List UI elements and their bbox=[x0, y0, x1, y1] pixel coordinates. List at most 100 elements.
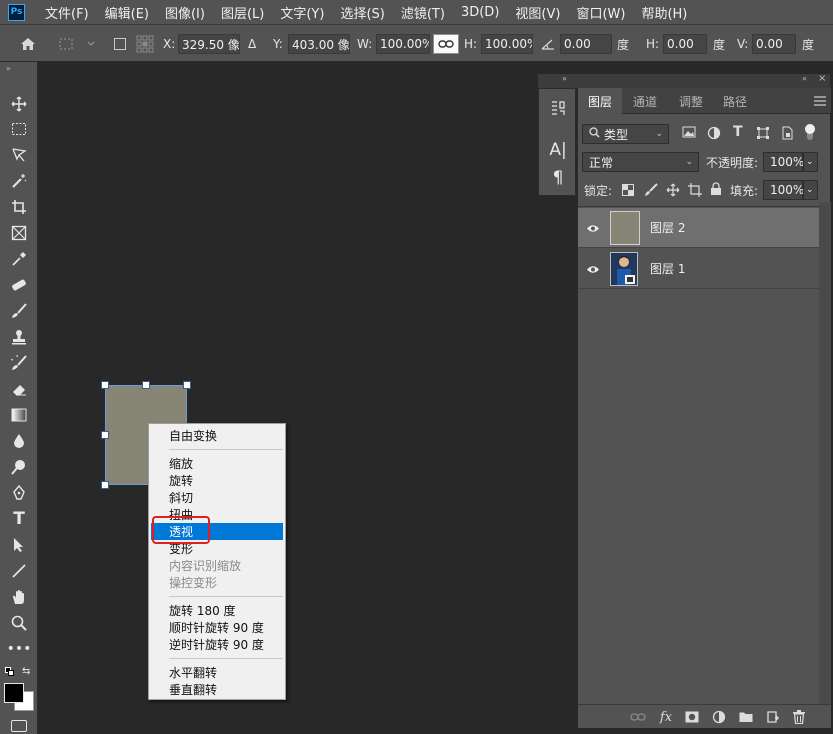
gradient-tool-icon[interactable] bbox=[9, 405, 29, 425]
relative-position-icon[interactable]: Δ bbox=[248, 34, 256, 54]
adjustment-filter-icon[interactable] bbox=[707, 126, 723, 142]
opacity-dropdown-icon[interactable]: ⌄ bbox=[803, 152, 818, 172]
menu-3d[interactable]: 3D(D) bbox=[453, 5, 507, 20]
marquee-tool-icon[interactable] bbox=[9, 119, 29, 139]
pixel-layer-filter-icon[interactable] bbox=[682, 126, 698, 142]
new-adjustment-layer-icon[interactable] bbox=[711, 709, 727, 725]
tab-layers[interactable]: 图层 bbox=[578, 88, 622, 114]
lock-all-icon[interactable] bbox=[710, 182, 722, 196]
quick-mask-icon[interactable] bbox=[11, 720, 27, 732]
foreground-color-swatch[interactable] bbox=[4, 683, 24, 703]
visibility-eye-icon[interactable] bbox=[585, 220, 601, 236]
paragraph-style-icon[interactable]: A| bbox=[547, 139, 569, 161]
layer-style-fx-icon[interactable]: fx bbox=[658, 709, 674, 725]
expand-panels-icon[interactable]: « bbox=[802, 74, 807, 83]
v-skew-field[interactable]: 0.00 bbox=[752, 34, 796, 54]
move-tool-icon[interactable] bbox=[9, 94, 29, 114]
filter-toggle-switch[interactable] bbox=[804, 124, 816, 142]
menu-help[interactable]: 帮助(H) bbox=[633, 3, 695, 22]
filter-kind-select[interactable]: 类型 ⌄ bbox=[582, 124, 669, 144]
link-icon[interactable] bbox=[433, 34, 459, 54]
menu-item-flip-vertical[interactable]: 垂直翻转 bbox=[151, 681, 283, 698]
default-colors-icon[interactable] bbox=[5, 667, 15, 677]
menu-item-rotate-90-ccw[interactable]: 逆时针旋转 90 度 bbox=[151, 636, 283, 653]
clone-stamp-tool-icon[interactable] bbox=[9, 327, 29, 347]
new-group-folder-icon[interactable] bbox=[738, 709, 754, 725]
smart-object-filter-icon[interactable] bbox=[780, 126, 796, 142]
magic-wand-tool-icon[interactable] bbox=[9, 171, 29, 191]
pen-tool-icon[interactable] bbox=[9, 483, 29, 503]
menu-item-skew[interactable]: 斜切 bbox=[151, 489, 283, 506]
menu-type[interactable]: 文字(Y) bbox=[272, 3, 332, 22]
blur-tool-icon[interactable] bbox=[9, 431, 29, 451]
layer-row[interactable]: 图层 2 bbox=[578, 208, 819, 248]
menu-item-free-transform[interactable]: 自由变换 bbox=[151, 427, 283, 444]
lock-image-pixels-icon[interactable] bbox=[644, 183, 658, 197]
link-layers-icon[interactable] bbox=[630, 709, 646, 725]
rotate-angle-field[interactable]: 0.00 bbox=[560, 34, 612, 54]
history-brush-tool-icon[interactable] bbox=[9, 353, 29, 373]
zoom-tool-icon[interactable] bbox=[9, 613, 29, 633]
reference-point-grid-icon[interactable] bbox=[136, 34, 156, 54]
toolbox-collapse-icon[interactable]: » bbox=[6, 64, 11, 73]
transform-handle-top-left[interactable] bbox=[101, 381, 109, 389]
crop-tool-icon[interactable] bbox=[9, 197, 29, 217]
menu-item-scale[interactable]: 缩放 bbox=[151, 455, 283, 472]
type-tool-icon[interactable]: T bbox=[9, 509, 29, 529]
transform-handle-bottom-left[interactable] bbox=[101, 481, 109, 489]
menu-item-rotate-90-cw[interactable]: 顺时针旋转 90 度 bbox=[151, 619, 283, 636]
eyedropper-tool-icon[interactable] bbox=[9, 249, 29, 269]
home-icon[interactable] bbox=[18, 34, 38, 54]
tab-channels[interactable]: 通道 bbox=[622, 88, 668, 114]
healing-brush-tool-icon[interactable] bbox=[9, 275, 29, 295]
y-position-field[interactable]: 403.00 像素 bbox=[288, 34, 350, 54]
line-tool-icon[interactable] bbox=[9, 561, 29, 581]
menu-item-flip-horizontal[interactable]: 水平翻转 bbox=[151, 664, 283, 681]
lock-position-icon[interactable] bbox=[666, 183, 680, 197]
lasso-tool-icon[interactable] bbox=[9, 145, 29, 165]
visibility-eye-icon[interactable] bbox=[585, 261, 601, 277]
menu-layer[interactable]: 图层(L) bbox=[213, 3, 272, 22]
height-field[interactable]: 100.00% bbox=[481, 34, 533, 54]
fill-field[interactable]: 100% bbox=[763, 180, 804, 200]
opacity-field[interactable]: 100% bbox=[763, 152, 804, 172]
h-skew-field[interactable]: 0.00 bbox=[663, 34, 707, 54]
layer-name[interactable]: 图层 1 bbox=[650, 260, 685, 277]
delete-layer-trash-icon[interactable] bbox=[791, 709, 807, 725]
layer-name[interactable]: 图层 2 bbox=[650, 219, 685, 236]
x-position-field[interactable]: 329.50 像素 bbox=[178, 34, 240, 54]
menu-image[interactable]: 图像(I) bbox=[157, 3, 213, 22]
menu-file[interactable]: 文件(F) bbox=[37, 3, 97, 22]
menu-item-rotate[interactable]: 旋转 bbox=[151, 472, 283, 489]
transform-handle-left[interactable] bbox=[101, 431, 109, 439]
reference-point-checkbox[interactable] bbox=[114, 34, 128, 54]
blend-mode-select[interactable]: 正常 ⌄ bbox=[582, 152, 699, 172]
tab-paths[interactable]: 路径 bbox=[714, 88, 756, 114]
more-tools-icon[interactable]: ••• bbox=[7, 639, 32, 659]
width-field[interactable]: 100.00% bbox=[376, 34, 430, 54]
paragraph-icon[interactable]: ¶ bbox=[547, 167, 569, 189]
menu-item-rotate-180[interactable]: 旋转 180 度 bbox=[151, 602, 283, 619]
new-layer-icon[interactable] bbox=[765, 709, 781, 725]
swap-colors-icon[interactable]: ⇆ bbox=[22, 666, 30, 677]
lock-artboard-icon[interactable] bbox=[688, 183, 702, 197]
brush-tool-icon[interactable] bbox=[9, 301, 29, 321]
transform-handle-top-right[interactable] bbox=[183, 381, 191, 389]
type-filter-icon[interactable]: T bbox=[733, 124, 743, 140]
dodge-tool-icon[interactable] bbox=[9, 457, 29, 477]
add-mask-icon[interactable] bbox=[684, 709, 700, 725]
character-panel-icon[interactable] bbox=[547, 97, 569, 119]
menu-window[interactable]: 窗口(W) bbox=[568, 3, 633, 22]
layers-scrollbar[interactable] bbox=[819, 202, 831, 704]
transform-handle-top[interactable] bbox=[142, 381, 150, 389]
menu-filter[interactable]: 滤镜(T) bbox=[393, 3, 453, 22]
eraser-tool-icon[interactable] bbox=[9, 379, 29, 399]
shape-filter-icon[interactable] bbox=[756, 126, 772, 142]
layer-row[interactable]: 图层 1 bbox=[578, 249, 819, 289]
tab-adjustments[interactable]: 调整 bbox=[668, 88, 714, 114]
menu-view[interactable]: 视图(V) bbox=[507, 3, 568, 22]
hand-tool-icon[interactable] bbox=[9, 587, 29, 607]
fill-dropdown-icon[interactable]: ⌄ bbox=[803, 180, 818, 200]
menu-edit[interactable]: 编辑(E) bbox=[97, 3, 157, 22]
lock-transparent-pixels-icon[interactable] bbox=[622, 184, 634, 196]
